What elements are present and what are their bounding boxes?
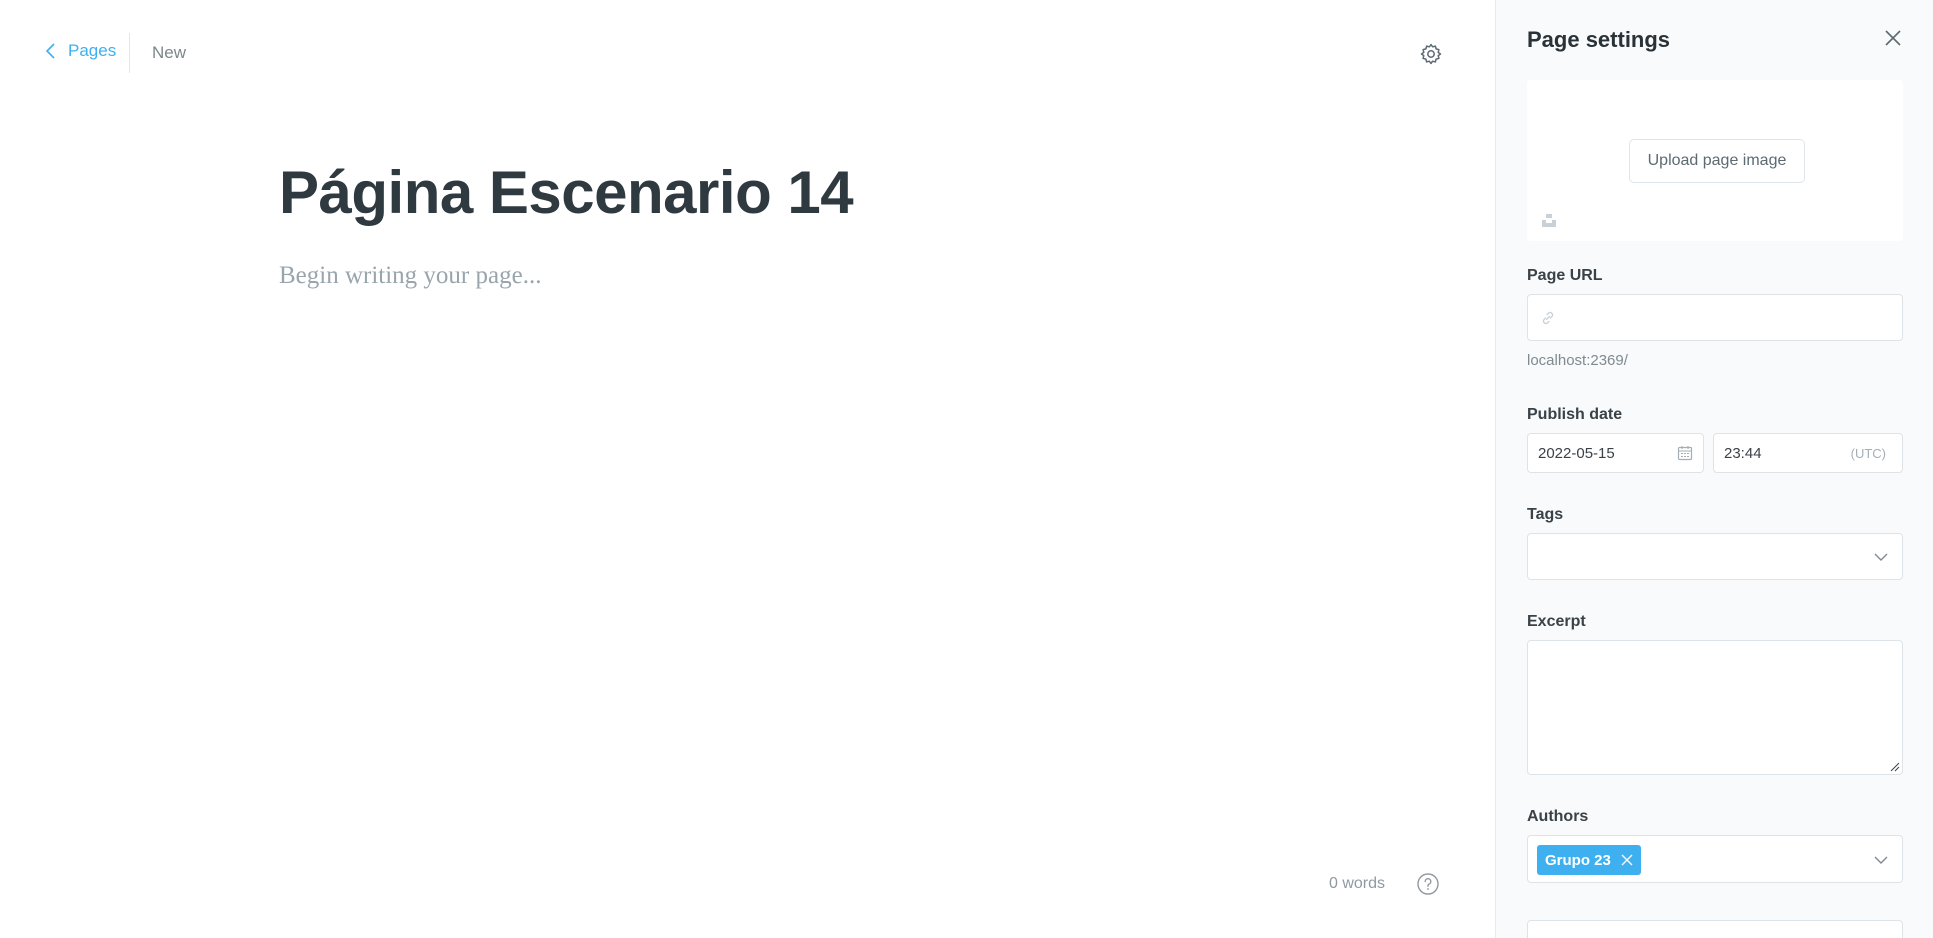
timezone-label: (UTC)	[1850, 445, 1886, 461]
back-link-label[interactable]: Pages	[68, 41, 116, 61]
calendar-icon[interactable]	[1677, 445, 1693, 461]
tags-label: Tags	[1527, 506, 1564, 523]
remove-author-icon[interactable]	[1621, 854, 1633, 866]
resize-handle-icon[interactable]	[1890, 762, 1900, 772]
page-url-label: Page URL	[1527, 267, 1603, 284]
page-url-input[interactable]	[1528, 295, 1902, 340]
publish-date-field[interactable]	[1527, 433, 1704, 473]
page-title[interactable]: Página Escenario 14	[279, 158, 854, 227]
close-panel-button[interactable]	[1883, 28, 1903, 48]
author-token-label: Grupo 23	[1545, 851, 1611, 869]
gear-icon	[1420, 43, 1442, 65]
word-count: 0 words	[1329, 875, 1386, 892]
editor-body-placeholder[interactable]: Begin writing your page...	[279, 262, 541, 290]
page-url-preview: localhost:2369/	[1527, 352, 1628, 369]
help-button[interactable]	[1416, 872, 1440, 896]
authors-label: Authors	[1527, 808, 1589, 825]
editor-topbar: Pages New	[0, 0, 1495, 106]
settings-toggle-button[interactable]	[1417, 40, 1445, 68]
author-token[interactable]: Grupo 23	[1537, 845, 1641, 875]
link-icon	[1542, 311, 1554, 325]
page-status: New	[152, 43, 187, 62]
panel-title: Page settings	[1527, 27, 1671, 52]
chevron-left-icon	[45, 43, 55, 59]
authors-select[interactable]: Grupo 23	[1527, 835, 1903, 883]
page-url-field[interactable]	[1527, 294, 1903, 341]
upload-image-button[interactable]: Upload page image	[1629, 139, 1805, 183]
editor-area: Pages New Página Escenario 14 Begin writ…	[0, 0, 1495, 938]
excerpt-label: Excerpt	[1527, 613, 1586, 630]
chevron-down-icon	[1874, 856, 1888, 864]
close-icon	[1885, 30, 1901, 46]
help-icon	[1417, 873, 1439, 895]
page-settings-panel: Page settings Upload page image Page URL…	[1495, 0, 1933, 938]
chevron-down-icon	[1874, 553, 1888, 561]
publish-time-field[interactable]: (UTC)	[1713, 433, 1903, 473]
publish-date-label: Publish date	[1527, 406, 1623, 423]
unsplash-icon[interactable]	[1541, 212, 1557, 228]
tags-select[interactable]	[1527, 533, 1903, 580]
page-image-dropzone[interactable]: Upload page image	[1527, 80, 1903, 241]
next-settings-field[interactable]	[1527, 920, 1903, 938]
excerpt-textarea[interactable]	[1527, 640, 1903, 775]
back-to-pages-link[interactable]: Pages	[44, 41, 116, 61]
topbar-divider	[129, 33, 130, 73]
